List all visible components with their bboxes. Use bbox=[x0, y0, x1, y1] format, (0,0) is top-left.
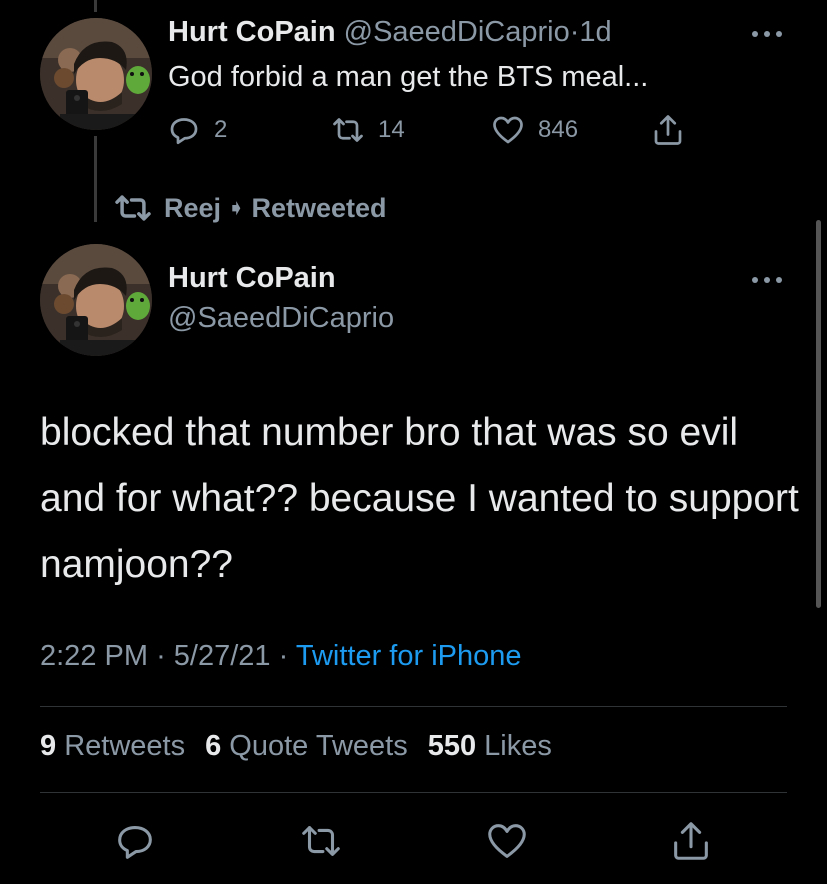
retweets-count: 9 bbox=[40, 730, 57, 762]
tweet-time[interactable]: 2:22 PM bbox=[40, 640, 148, 672]
tweet-source-link[interactable]: Twitter for iPhone bbox=[296, 640, 522, 672]
share-icon bbox=[650, 112, 686, 148]
author-handle[interactable]: @SaeedDiCaprio bbox=[344, 16, 570, 48]
retweet-notice[interactable]: Reej ➧ Retweeted bbox=[114, 190, 387, 226]
like-count: 846 bbox=[538, 116, 579, 143]
retweet-count: 14 bbox=[378, 116, 405, 143]
reply-button[interactable] bbox=[112, 818, 158, 868]
tweet-stats: 9 Retweets 6 Quote Tweets 550 Likes bbox=[40, 730, 552, 763]
more-icon bbox=[752, 277, 758, 283]
like-button[interactable] bbox=[484, 818, 530, 868]
thread-line bbox=[94, 136, 97, 222]
tweet-date[interactable]: 5/27/21 bbox=[174, 640, 271, 672]
more-icon bbox=[764, 277, 770, 283]
more-icon bbox=[776, 277, 782, 283]
retweet-button[interactable]: 14 bbox=[330, 110, 405, 150]
retweeter-name[interactable]: Reej bbox=[164, 193, 221, 224]
retweets-label: Retweets bbox=[64, 730, 186, 762]
share-button[interactable] bbox=[650, 110, 686, 150]
retweets-stat[interactable]: 9 Retweets bbox=[40, 730, 185, 763]
likes-count: 550 bbox=[427, 730, 477, 762]
chevron-right-icon: ➧ bbox=[227, 195, 246, 220]
tweet-meta: 2:22 PM · 5/27/21 · Twitter for iPhone bbox=[40, 640, 522, 673]
separator: · bbox=[569, 16, 580, 48]
tweet-text: blocked that number bro that was so evil… bbox=[40, 411, 799, 586]
reply-icon bbox=[118, 826, 152, 859]
thread-line bbox=[94, 0, 97, 12]
retweet-button[interactable] bbox=[298, 818, 344, 868]
quotes-label: Quote Tweets bbox=[229, 730, 408, 762]
author-name[interactable]: Hurt CoPain bbox=[168, 16, 336, 48]
heart-icon bbox=[488, 824, 526, 858]
retweet-icon bbox=[114, 192, 152, 224]
scrollbar[interactable] bbox=[816, 220, 821, 608]
share-icon bbox=[674, 822, 708, 860]
reply-button[interactable]: 2 bbox=[166, 110, 227, 150]
author-name[interactable]: Hurt CoPain bbox=[168, 262, 336, 295]
divider bbox=[40, 706, 787, 707]
heart-icon bbox=[490, 112, 526, 148]
more-icon bbox=[776, 31, 782, 37]
parent-tweet-header: Hurt CoPain @SaeedDiCaprio·1d bbox=[168, 14, 612, 50]
retweeted-label: Retweeted bbox=[251, 192, 387, 223]
share-button[interactable] bbox=[668, 818, 714, 868]
divider bbox=[40, 792, 787, 793]
more-icon bbox=[764, 31, 770, 37]
more-icon bbox=[752, 31, 758, 37]
author-handle[interactable]: @SaeedDiCaprio bbox=[168, 302, 394, 335]
like-button[interactable]: 846 bbox=[490, 110, 578, 150]
quotes-count: 6 bbox=[205, 730, 222, 762]
likes-label: Likes bbox=[484, 730, 552, 762]
likes-stat[interactable]: 550 Likes bbox=[428, 730, 552, 763]
more-options-button[interactable] bbox=[752, 22, 782, 46]
separator: · bbox=[278, 640, 289, 672]
reply-count: 2 bbox=[214, 116, 228, 143]
quotes-stat[interactable]: 6 Quote Tweets bbox=[205, 730, 408, 763]
tweet-detail-page: Hurt CoPain @SaeedDiCaprio·1d God forbid… bbox=[0, 0, 827, 884]
avatar[interactable] bbox=[40, 244, 152, 356]
more-options-button[interactable] bbox=[752, 268, 782, 292]
tweet-age[interactable]: 1d bbox=[579, 16, 611, 48]
avatar[interactable] bbox=[40, 18, 152, 130]
retweet-icon bbox=[302, 826, 340, 856]
separator: · bbox=[156, 640, 166, 672]
retweet-icon bbox=[330, 112, 366, 148]
reply-icon bbox=[166, 112, 202, 148]
parent-tweet-text[interactable]: God forbid a man get the BTS meal... bbox=[168, 58, 648, 96]
